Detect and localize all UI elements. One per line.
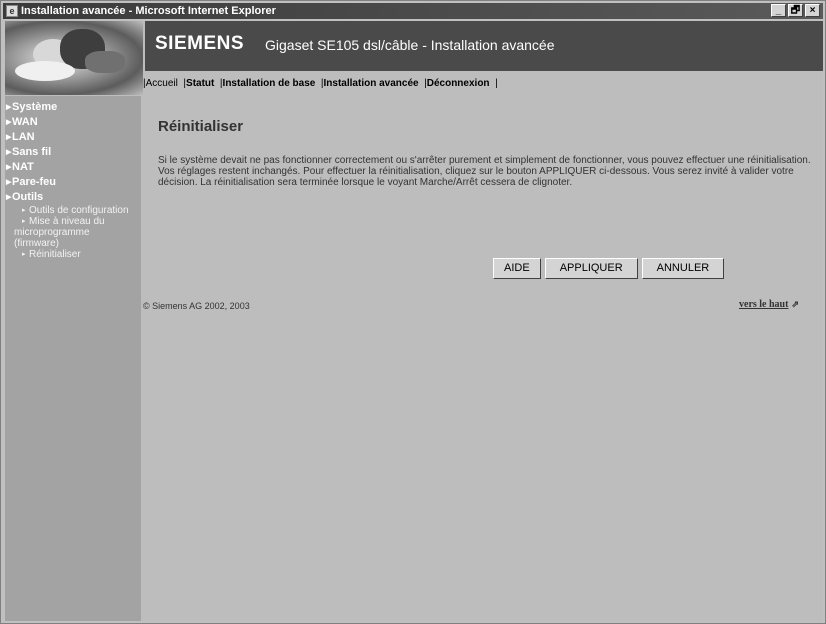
sidebar-item-sans-fil[interactable]: ▶ Sans fil — [5, 145, 141, 160]
minimize-button[interactable]: _ — [771, 4, 786, 17]
page-content: SIEMENS Gigaset SE105 dsl/câble - Instal… — [5, 21, 823, 621]
top-nav: |Accueil |Statut |Installation de base |… — [143, 73, 823, 95]
sidebar: ▶ Système ▶ WAN ▶ LAN ▶ Sans fil ▶ NAT ▶ Pare-… — [5, 96, 141, 621]
window-controls: _ 🗗 × — [771, 4, 820, 17]
sidebar-item-systeme[interactable]: ▶ Système — [5, 100, 141, 115]
sidebar-subitem-reinitialiser[interactable]: ▸ Réinitialiser — [5, 249, 141, 260]
header-photo — [5, 21, 143, 95]
sidebar-item-wan[interactable]: ▶ WAN — [5, 115, 141, 130]
arrow-icon: ▶ — [6, 179, 12, 186]
nav-deconnexion[interactable]: Déconnexion — [427, 78, 490, 89]
sidebar-item-pare-feu[interactable]: ▶ Pare-feu — [5, 175, 141, 190]
window-title: Installation avancée - Microsoft Interne… — [21, 5, 276, 17]
apply-button[interactable]: APPLIQUER — [544, 258, 638, 279]
sidebar-item-nat[interactable]: ▶ NAT — [5, 160, 141, 175]
help-button[interactable]: AIDE — [493, 258, 541, 279]
arrow-icon: ▶ — [6, 194, 12, 201]
bullet-icon: ▸ — [22, 218, 26, 225]
browser-window: e Installation avancée - Microsoft Inter… — [0, 0, 826, 624]
cancel-button[interactable]: ANNULER — [641, 258, 725, 279]
sidebar-item-outils[interactable]: ▶ Outils — [5, 190, 141, 205]
arrow-icon: ▶ — [6, 164, 12, 171]
header: SIEMENS Gigaset SE105 dsl/câble - Instal… — [5, 21, 823, 96]
sidebar-subitem-firmware[interactable]: ▸ Mise à niveau du microprogramme (firmwa… — [5, 216, 135, 249]
nav-statut[interactable]: Statut — [186, 78, 214, 89]
arrow-icon: ▶ — [6, 104, 12, 111]
copyright-text: © Siemens AG 2002, 2003 — [143, 301, 250, 311]
button-group: AIDE APPLIQUER ANNULER — [493, 258, 725, 279]
product-title: Gigaset SE105 dsl/câble - Installation a… — [265, 37, 555, 53]
arrow-icon: ▶ — [6, 149, 12, 156]
maximize-button[interactable]: 🗗 — [788, 4, 803, 17]
nav-accueil[interactable]: Accueil — [146, 78, 178, 89]
bullet-icon: ▸ — [22, 207, 26, 214]
brand-logo: SIEMENS — [155, 33, 245, 54]
bullet-icon: ▸ — [22, 251, 26, 258]
description-text: Si le système devait ne pas fonctionner … — [158, 155, 811, 188]
arrow-up-icon: ⇗ — [791, 299, 799, 309]
arrow-icon: ▶ — [6, 119, 12, 126]
nav-installation-de-base[interactable]: Installation de base — [223, 78, 316, 89]
close-button[interactable]: × — [805, 4, 820, 17]
nav-installation-avancee[interactable]: Installation avancée — [324, 78, 419, 89]
arrow-icon: ▶ — [6, 134, 12, 141]
sidebar-item-lan[interactable]: ▶ LAN — [5, 130, 141, 145]
page-title: Réinitialiser — [158, 118, 244, 135]
back-to-top-link[interactable]: vers le haut ⇗ — [739, 299, 799, 310]
header-banner: SIEMENS Gigaset SE105 dsl/câble - Instal… — [145, 21, 823, 71]
sidebar-subitem-outils-config[interactable]: ▸ Outils de configuration — [5, 205, 141, 216]
ie-icon: e — [6, 5, 18, 17]
title-bar: e Installation avancée - Microsoft Inter… — [3, 3, 823, 19]
